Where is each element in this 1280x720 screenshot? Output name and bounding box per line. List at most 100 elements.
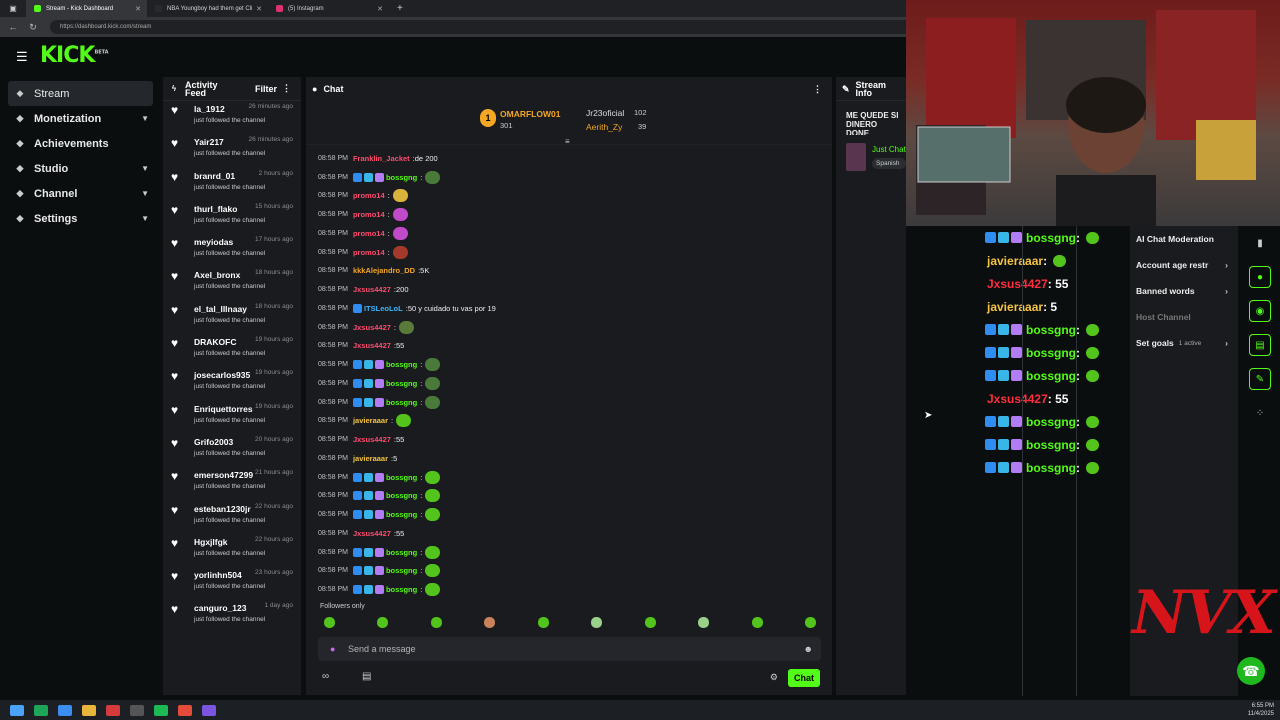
quick-emote-icon[interactable] [644, 617, 656, 628]
app-icon-1[interactable] [34, 704, 48, 716]
emoji-icon[interactable]: ☻ [804, 644, 813, 654]
message-username[interactable]: promo14 [353, 229, 385, 238]
mod-item[interactable]: Banned words › [1130, 278, 1238, 304]
app-icon-2[interactable] [106, 704, 120, 716]
quick-emote-icon[interactable] [698, 617, 710, 628]
more-options-icon[interactable]: ⋮ [282, 83, 291, 94]
top-gifter-name[interactable]: OMARFLOW01 [500, 109, 560, 119]
message-username[interactable]: bossgng [386, 360, 417, 369]
chevron-right-icon[interactable]: › [1225, 338, 1228, 348]
chevron-right-icon[interactable]: › [1225, 286, 1228, 296]
mod-item[interactable]: Set goals 1 active › [1130, 330, 1238, 356]
filter-button[interactable]: Filter [255, 84, 277, 94]
close-tab-icon[interactable]: ✕ [256, 5, 262, 13]
url-field[interactable]: https://dashboard.kick.com/stream [50, 20, 930, 34]
collapse-icon[interactable]: ≡ [565, 137, 570, 146]
message-username[interactable]: bossgng [386, 379, 417, 388]
reload-icon[interactable]: ↻ [26, 22, 40, 33]
sidebar-item-stream[interactable]: ◆ Stream [8, 81, 153, 106]
overlay-message: Jxsus4427 : 55 [950, 387, 1130, 410]
chrome-icon[interactable] [58, 704, 72, 716]
message-username[interactable]: bossgng [386, 585, 417, 594]
quick-emote-icon[interactable] [484, 617, 496, 628]
send-chat-button[interactable]: Chat [788, 669, 820, 687]
message-username[interactable]: bossgng [386, 173, 417, 182]
more-icon[interactable]: ⁘ [1249, 402, 1271, 424]
quick-emote-icon[interactable] [430, 617, 442, 628]
message-username[interactable]: Jxsus4427 [353, 341, 391, 350]
close-tab-icon[interactable]: ✕ [377, 5, 383, 13]
message-username[interactable]: bossgng [386, 491, 417, 500]
message-username[interactable]: promo14 [353, 191, 385, 200]
message-username[interactable]: Jxsus4427 [353, 529, 391, 538]
layout-icon[interactable]: ▤ [1249, 334, 1271, 356]
category-link[interactable]: Just Chatting [872, 145, 906, 154]
mod-item[interactable]: Account age restr › [1130, 252, 1238, 278]
broadcast-icon[interactable]: ◉ [1249, 300, 1271, 322]
message-username[interactable]: Jxsus4427 [353, 435, 391, 444]
menu-icon[interactable]: ☰ [16, 49, 28, 65]
mic-icon[interactable]: ● [330, 644, 335, 654]
sidebar-item-settings[interactable]: ◆ Settings ▼ [0, 206, 163, 231]
panel-icon[interactable]: ▮ [1249, 232, 1271, 254]
app-icon-5[interactable] [202, 704, 216, 716]
message-username[interactable]: javieraaar [353, 454, 388, 463]
sidebar-item-achievements[interactable]: ◆ Achievements [0, 131, 163, 156]
chat-options-icon[interactable]: ⋮ [813, 84, 822, 95]
sidebar-item-monetization[interactable]: ◆ Monetization ▼ [0, 106, 163, 131]
app-icon-4[interactable] [178, 704, 192, 716]
message-username[interactable]: Jxsus4427 [353, 323, 391, 332]
kick-logo[interactable]: KICKBETA [40, 43, 109, 68]
quick-emote-icon[interactable] [377, 617, 389, 628]
store-icon[interactable]: ▤ [362, 671, 371, 682]
message-username[interactable]: bossgng [386, 398, 417, 407]
message-username[interactable]: bossgng [386, 548, 417, 557]
chat-bubble-icon[interactable]: ● [1249, 266, 1271, 288]
quick-emote-icon[interactable] [537, 617, 549, 628]
message-username[interactable]: Jxsus4427 [353, 285, 391, 294]
new-tab-button[interactable]: + [397, 3, 403, 14]
message-username[interactable]: kkkAlejandro_DD [353, 266, 415, 275]
windows-start-icon[interactable] [10, 704, 24, 716]
browser-tab[interactable]: NBA Youngboy had them get Cli ✕ [147, 0, 268, 17]
quick-emote-icon[interactable] [804, 617, 816, 628]
message-username[interactable]: bossgng [386, 566, 417, 575]
browser-tab[interactable]: (5) Instagram ✕ [268, 0, 389, 17]
sidebar-item-studio[interactable]: ◆ Studio ▼ [0, 156, 163, 181]
chevron-down-icon[interactable]: ▼ [141, 214, 149, 223]
message-username[interactable]: promo14 [353, 210, 385, 219]
chat-input[interactable]: ● Send a message ☻ [318, 637, 821, 661]
chevron-down-icon[interactable]: ▼ [141, 189, 149, 198]
mod-item[interactable]: Host Channel [1130, 304, 1238, 330]
quick-emote-icon[interactable] [324, 617, 335, 628]
message-username[interactable]: javieraaar [353, 416, 388, 425]
message-username[interactable]: ITSLeoLoL [364, 304, 403, 313]
tools-icon[interactable]: ✎ [1249, 368, 1271, 390]
window-menu-icon[interactable]: ▣ [0, 4, 26, 13]
chevron-down-icon[interactable]: ▼ [141, 114, 149, 123]
mod-item[interactable]: AI Chat Moderation [1130, 226, 1214, 252]
close-tab-icon[interactable]: ✕ [135, 5, 141, 13]
support-icon[interactable]: ☎ [1237, 657, 1265, 685]
points-icon[interactable]: ∞ [322, 671, 329, 682]
quick-emote-icon[interactable] [751, 617, 763, 628]
category-thumbnail[interactable] [846, 143, 866, 171]
message-username[interactable]: Franklin_Jacket [353, 154, 410, 163]
folder-icon[interactable] [82, 704, 96, 716]
third-gifter-name[interactable]: Aerith_Zy [586, 122, 622, 132]
back-icon[interactable]: ← [6, 22, 20, 32]
message-username[interactable]: bossgng [386, 473, 417, 482]
feed-item-time: 2 hours ago [258, 169, 293, 177]
chevron-right-icon[interactable]: › [1225, 260, 1228, 270]
second-gifter-name[interactable]: Jr23oficial [586, 108, 624, 118]
message-username[interactable]: promo14 [353, 248, 385, 257]
chevron-down-icon[interactable]: ▼ [141, 164, 149, 173]
app-icon-3[interactable] [130, 704, 144, 716]
chat-settings-icon[interactable]: ⚙ [770, 672, 778, 683]
quick-emote-icon[interactable] [591, 617, 603, 628]
user-badge-icon [1011, 462, 1022, 473]
spotify-icon[interactable] [154, 704, 168, 716]
sidebar-item-channel[interactable]: ◆ Channel ▼ [0, 181, 163, 206]
browser-tab[interactable]: Stream - Kick Dashboard ✕ [26, 0, 147, 17]
message-username[interactable]: bossgng [386, 510, 417, 519]
